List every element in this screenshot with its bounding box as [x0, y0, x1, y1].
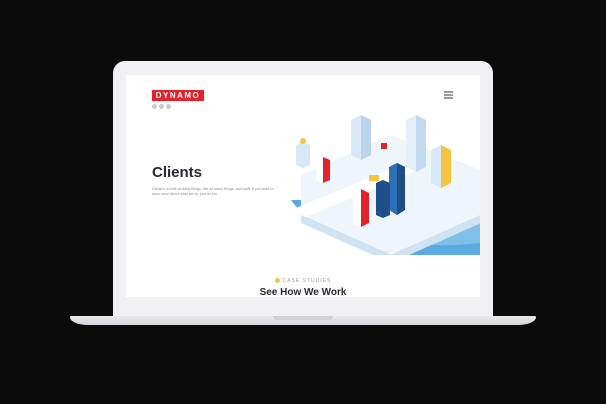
laptop-notch	[273, 316, 333, 320]
yellow-dot-icon	[274, 278, 280, 284]
building	[389, 163, 405, 215]
slider-dot[interactable]	[166, 104, 171, 109]
building	[376, 180, 390, 218]
dynamo-logo[interactable]: DYNAMO	[152, 90, 204, 101]
building	[431, 145, 451, 188]
building	[296, 138, 310, 168]
small-block	[381, 143, 387, 149]
slider-dots	[152, 104, 171, 109]
section-label: CASE STUDIES	[126, 278, 480, 284]
hero-description: Dynamo excels at doing things. We do man…	[152, 187, 274, 196]
slider-dot[interactable]	[152, 104, 157, 109]
building	[353, 189, 369, 227]
car	[369, 175, 379, 181]
hero-title: Clients	[152, 164, 203, 181]
building	[316, 157, 330, 183]
section-label-text: CASE STUDIES	[282, 278, 332, 284]
isometric-city-illustration	[291, 115, 480, 255]
hamburger-menu-icon[interactable]	[444, 91, 453, 100]
section-title: See How We Work	[259, 287, 347, 297]
slider-dot[interactable]	[159, 104, 164, 109]
building	[351, 115, 371, 160]
laptop-screen: DYNAMO Clients Dynamo excels at doing th…	[126, 75, 480, 297]
building	[406, 115, 426, 172]
